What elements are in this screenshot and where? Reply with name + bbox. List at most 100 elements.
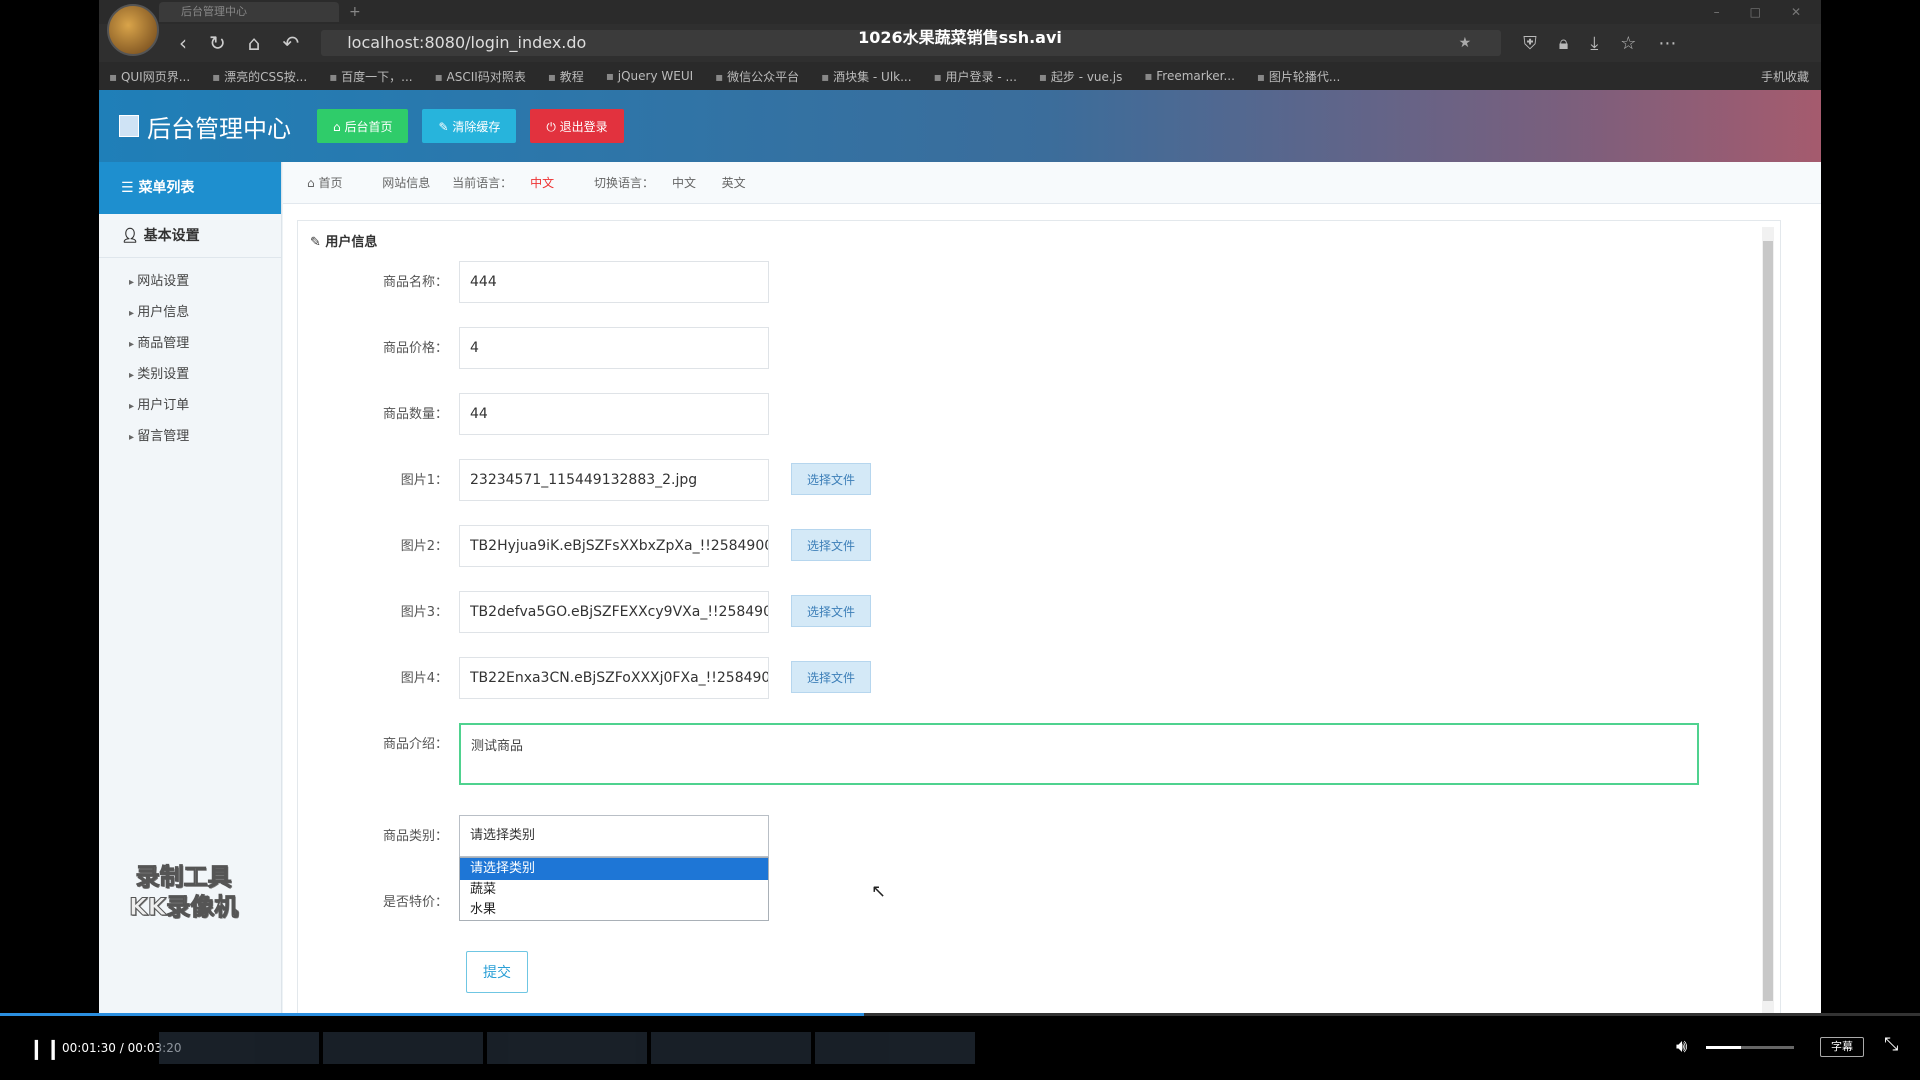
browser-tab[interactable]: 后台管理中心 [159,2,339,22]
video-title: 1026水果蔬菜销售ssh.avi [858,28,1062,47]
bookmark-item[interactable]: 起步 - vue.js [1039,68,1122,85]
bookmark-item[interactable]: 教程 [548,68,584,85]
breadcrumb-site[interactable]: 网站信息 [382,176,430,190]
minimize-icon[interactable]: – [1714,5,1720,19]
name-label: 商品名称： [382,275,448,290]
category-option[interactable]: 请选择类别 [460,858,768,880]
pic1-choose-file-button[interactable]: 选择文件 [791,463,871,495]
pic3-input[interactable] [459,591,769,633]
category-option[interactable]: 水果 [460,900,768,920]
taskbar-item [487,1032,647,1064]
watermark-line1: 录制工具 [135,863,232,892]
app-title: 后台管理中心 [119,109,291,144]
form-panel: ✎ 用户信息 商品名称： 商品价格： 商品数量： 图片1： [297,220,1781,1015]
bookmark-item[interactable]: jQuery WEUI [606,69,693,83]
pic1-label: 图片1： [400,473,448,488]
current-language: 当前语言： 中文 [452,176,572,190]
panel-title: ✎ 用户信息 [310,235,378,250]
category-label: 商品类别： [382,829,448,844]
taskbar-item [159,1032,319,1064]
current-language-value: 中文 [530,176,555,190]
sidebar-item-categories[interactable]: 类别设置 [99,359,281,390]
admin-home-label: 后台首页 [344,119,393,134]
category-option[interactable]: 蔬菜 [460,880,768,900]
breadcrumb: ⌂ 首页 网站信息 当前语言： 中文 切换语言： 中文 英文 [283,162,1821,204]
bookmark-item[interactable]: 微信公众平台 [715,68,799,85]
clear-cache-label: 清除缓存 [452,119,501,134]
category-select[interactable]: 请选择类别 [459,815,769,857]
sidebar-section-basic[interactable]: 👤︎ 基本设置 [99,214,281,258]
app-logo-icon [119,115,139,137]
bookmark-item[interactable]: 酒块集 - Ulk... [821,68,911,85]
price-label: 商品价格： [382,341,448,356]
intro-label: 商品介绍： [382,737,448,752]
pic4-choose-file-button[interactable]: 选择文件 [791,661,871,693]
pic4-input[interactable] [459,657,769,699]
app-title-text: 后台管理中心 [147,114,291,143]
product-qty-input[interactable] [459,393,769,435]
sidebar-item-site-settings[interactable]: 网站设置 [99,266,281,297]
product-price-input[interactable] [459,327,769,369]
logout-button[interactable]: ⏻ 退出登录 [530,109,624,143]
maximize-icon[interactable]: □ [1750,5,1761,19]
switch-language-label: 切换语言： [593,176,654,190]
sidebar-header-label: 菜单列表 [138,180,195,196]
pic3-label: 图片3： [400,605,448,620]
panel-title-text: 用户信息 [325,235,378,250]
sidebar-item-messages[interactable]: 留言管理 [99,421,281,452]
bookmark-item[interactable]: 图片轮播代... [1257,68,1340,85]
switch-language: 切换语言： 中文 英文 [594,176,764,190]
bookmark-item[interactable]: ASCII码对照表 [435,68,526,85]
content-scrollbar[interactable] [1762,227,1774,1015]
taskbar-item [815,1032,975,1064]
taskbar-item [651,1032,811,1064]
pic1-input[interactable] [459,459,769,501]
scrollbar-thumb[interactable] [1763,241,1773,1001]
app-header: 后台管理中心 ⌂ 后台首页 ✎ 清除缓存 ⏻ 退出登录 [99,90,1821,162]
exit-fullscreen-icon[interactable]: ⤡ [1884,1034,1898,1055]
volume-level [1706,1046,1742,1049]
sidebar-header: ☰ 菜单列表 [99,162,281,214]
lang-zh-link[interactable]: 中文 [672,176,696,190]
current-language-label: 当前语言： [452,176,513,190]
sidebar-item-user-info[interactable]: 用户信息 [99,297,281,328]
admin-home-button[interactable]: ⌂ 后台首页 [317,109,409,143]
video-frame: 后台管理中心 + – □ ✕ ‹ ↻ ⌂ ↶ localhost:8080/lo… [99,0,1821,1015]
breadcrumb-home-label: 首页 [318,176,343,190]
taskbar-item [323,1032,483,1064]
product-intro-textarea[interactable]: 测试商品 [459,723,1699,785]
mobile-bookmarks[interactable]: 手机收藏 [1761,68,1821,85]
sidebar-section-label: 基本设置 [143,228,200,244]
close-icon[interactable]: ✕ [1791,5,1801,19]
pic3-choose-file-button[interactable]: 选择文件 [791,595,871,627]
bookmark-item[interactable]: 用户登录 - ... [934,68,1017,85]
subtitle-button[interactable]: 字幕 [1820,1037,1864,1057]
pic2-choose-file-button[interactable]: 选择文件 [791,529,871,561]
recorder-watermark: 录制工具 KK录像机 [128,862,239,922]
special-label: 是否特价： [382,895,448,910]
mouse-cursor-icon: ↖ [871,881,887,902]
breadcrumb-home[interactable]: ⌂ 首页 [307,176,360,190]
bookmark-item[interactable]: QUI网页界... [109,68,190,85]
clear-cache-button[interactable]: ✎ 清除缓存 [422,109,517,143]
sidebar-item-products[interactable]: 商品管理 [99,328,281,359]
pic4-label: 图片4： [400,671,448,686]
sidebar-item-orders[interactable]: 用户订单 [99,390,281,421]
watermark-line2: KK录像机 [128,893,239,922]
logout-label: 退出登录 [559,119,608,134]
volume-slider[interactable] [1706,1046,1794,1049]
content-area: ⌂ 首页 网站信息 当前语言： 中文 切换语言： 中文 英文 ✎ 用户信息 商品名称… [283,162,1821,1015]
submit-button[interactable]: 提交 [466,951,528,993]
bookmark-item[interactable]: Freemarker... [1144,69,1235,83]
lang-en-link[interactable]: 英文 [722,176,746,190]
bookmark-item[interactable]: 漂亮的CSS按... [212,68,307,85]
volume-icon[interactable]: 🔊︎ [1676,1036,1687,1057]
new-tab-icon[interactable]: + [349,4,361,20]
qty-label: 商品数量： [382,407,448,422]
product-name-input[interactable] [459,261,769,303]
pic2-input[interactable] [459,525,769,567]
main-area: ☰ 菜单列表 👤︎ 基本设置 网站设置 用户信息 商品管理 类别设置 用户订单 … [99,162,1821,1015]
bookmark-item[interactable]: 百度一下，... [329,68,412,85]
sidebar: ☰ 菜单列表 👤︎ 基本设置 网站设置 用户信息 商品管理 类别设置 用户订单 … [99,162,282,1015]
pause-icon[interactable]: ❙❙ [28,1036,62,1060]
